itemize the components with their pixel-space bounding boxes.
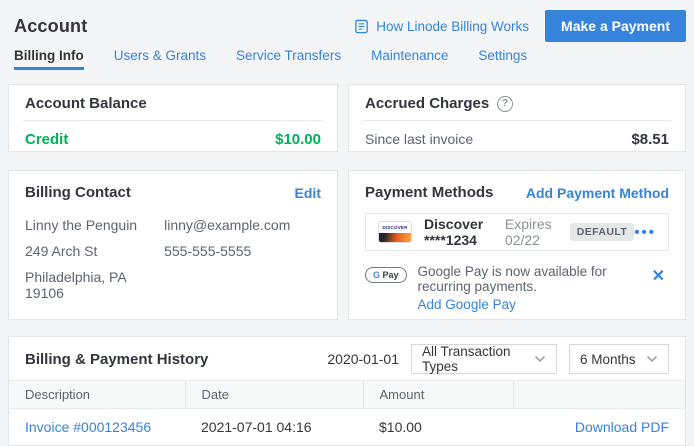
payment-methods-card: Payment Methods Add Payment Method DISCO… <box>348 170 686 320</box>
billing-docs-link-label: How Linode Billing Works <box>376 19 529 34</box>
balance-label: Credit <box>25 131 68 148</box>
account-tabs: Billing Info Users & Grants Service Tran… <box>0 44 694 70</box>
transaction-type-select[interactable]: All Transaction Types <box>411 344 557 374</box>
card-number-display: Discover ****1234 <box>424 216 493 248</box>
contact-address-line1: 249 Arch St <box>25 243 164 259</box>
column-header-date: Date <box>185 381 363 409</box>
contact-email: linny@example.com <box>164 217 303 233</box>
tab-billing-info[interactable]: Billing Info <box>14 48 84 70</box>
card-expiry: Expires 02/22 <box>505 216 556 248</box>
billing-docs-link[interactable]: How Linode Billing Works <box>354 19 529 34</box>
divider <box>363 120 671 121</box>
balance-amount: $10.00 <box>275 131 321 148</box>
card-actions-menu-icon[interactable]: ••• <box>634 225 656 240</box>
help-tooltip-icon[interactable]: ? <box>497 96 513 112</box>
accrued-charges-title: Accrued Charges <box>365 95 489 112</box>
make-payment-button[interactable]: Make a Payment <box>545 10 686 42</box>
history-start-date[interactable]: 2020-01-01 <box>327 351 399 367</box>
discover-card-brand: DISCOVER <box>379 222 411 233</box>
default-badge: DEFAULT <box>570 223 634 241</box>
accrued-charges-card: Accrued Charges ? Since last invoice $8.… <box>348 84 686 152</box>
divider <box>23 120 323 121</box>
billing-history-title: Billing & Payment History <box>25 351 208 368</box>
payment-methods-title: Payment Methods <box>365 184 493 201</box>
date-range-value: 6 Months <box>580 352 636 367</box>
billing-history-table: Description Date Amount Invoice #0001234… <box>9 380 685 445</box>
document-icon <box>354 19 369 34</box>
row-date: 2021-07-01 04:16 <box>185 409 363 446</box>
payment-method-row: DISCOVER Discover ****1234 Expires 02/22… <box>365 213 669 251</box>
accrued-charges-label: Since last invoice <box>365 131 473 147</box>
accrued-charges-amount: $8.51 <box>631 131 669 148</box>
chevron-down-icon <box>534 355 546 363</box>
column-header-actions <box>513 381 685 409</box>
billing-history-card: Billing & Payment History 2020-01-01 All… <box>8 336 686 446</box>
transaction-type-value: All Transaction Types <box>422 344 526 374</box>
billing-contact-title: Billing Contact <box>25 184 131 201</box>
column-header-amount: Amount <box>363 381 513 409</box>
add-payment-method-button[interactable]: Add Payment Method <box>526 185 669 201</box>
account-balance-title: Account Balance <box>25 95 147 112</box>
google-pay-icon: G Pay <box>365 267 407 283</box>
edit-contact-button[interactable]: Edit <box>295 185 321 201</box>
contact-phone: 555-555-5555 <box>164 243 303 259</box>
column-header-description: Description <box>9 381 185 409</box>
contact-address-line2: Philadelphia, PA 19106 <box>25 269 164 301</box>
page-header: Account How Linode Billing Works Make a … <box>0 0 694 44</box>
date-range-select[interactable]: 6 Months <box>569 344 669 374</box>
page-title: Account <box>14 16 87 37</box>
table-row: Invoice #000123456 2021-07-01 04:16 $10.… <box>9 409 685 446</box>
account-balance-card: Account Balance Credit $10.00 <box>8 84 338 152</box>
discover-card-icon: DISCOVER <box>378 221 412 243</box>
billing-contact-card: Billing Contact Edit Linny the Penguin 2… <box>8 170 338 320</box>
download-pdf-link[interactable]: Download PDF <box>575 419 669 435</box>
tab-service-transfers[interactable]: Service Transfers <box>236 48 341 70</box>
tab-maintenance[interactable]: Maintenance <box>371 48 448 70</box>
google-pay-banner: G Pay Google Pay is now available for re… <box>365 264 669 312</box>
contact-name: Linny the Penguin <box>25 217 164 233</box>
invoice-link[interactable]: Invoice #000123456 <box>25 419 151 435</box>
tab-users-grants[interactable]: Users & Grants <box>114 48 206 70</box>
row-amount: $10.00 <box>363 409 513 446</box>
google-pay-message: Google Pay is now available for recurrin… <box>418 264 648 294</box>
add-google-pay-link[interactable]: Add Google Pay <box>418 297 648 312</box>
close-icon[interactable]: ✕ <box>648 264 669 288</box>
tab-settings[interactable]: Settings <box>478 48 527 70</box>
chevron-down-icon <box>646 355 658 363</box>
